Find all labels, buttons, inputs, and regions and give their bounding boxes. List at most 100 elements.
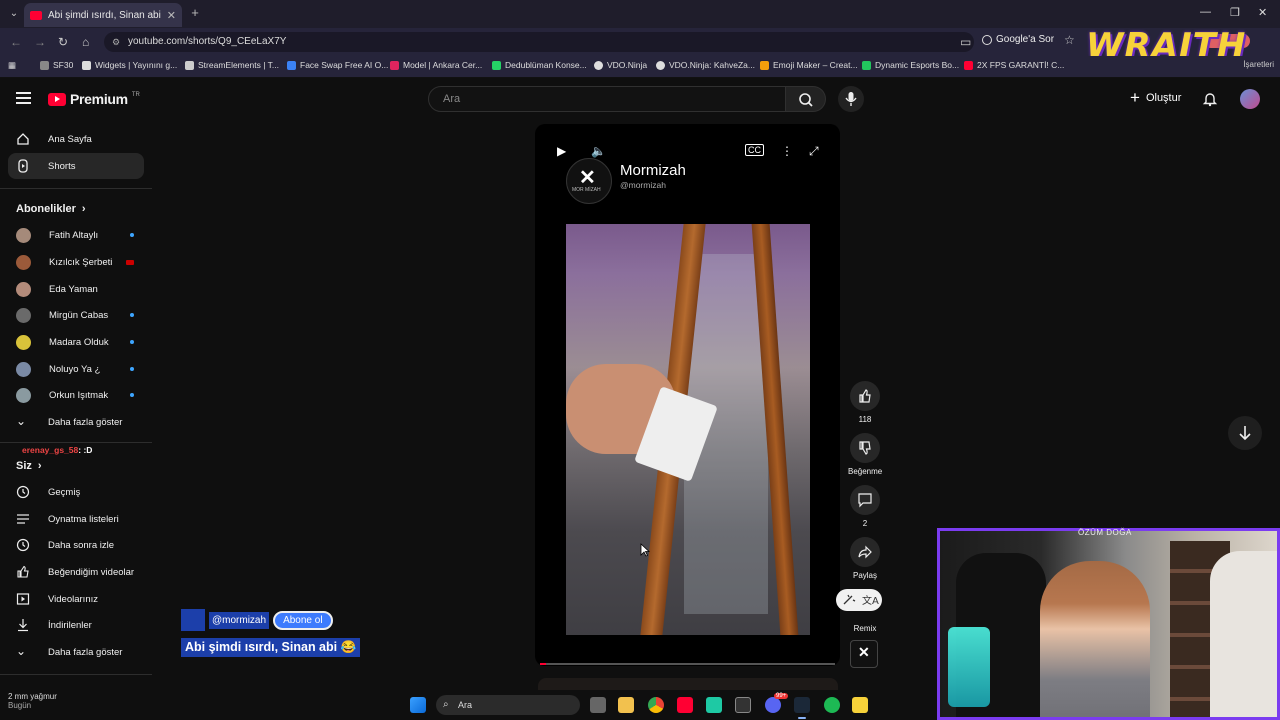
windows-start-icon[interactable] [410, 697, 426, 713]
apps-icon[interactable]: ▦ [8, 60, 16, 71]
comments-button[interactable]: 2 [848, 485, 882, 528]
sidebar-item-downloads[interactable]: İndirilenler [8, 612, 144, 638]
sidebar-item-label: Ana Sayfa [48, 133, 92, 145]
chat-message: : :D [78, 445, 93, 455]
window-close-icon[interactable]: ✕ [1258, 6, 1267, 19]
menu-icon[interactable] [16, 92, 31, 104]
bookmark-item[interactable]: Widgets | Yayınını g... [82, 60, 177, 70]
remix-button[interactable]: 文A [836, 589, 882, 611]
channel-avatar [16, 334, 31, 350]
subscription-item[interactable]: Eda Yaman [8, 276, 144, 302]
notifications-icon[interactable] [1202, 91, 1218, 107]
search-icon: ⌕ [443, 699, 449, 710]
minimize-icon[interactable]: — [1200, 6, 1211, 18]
chrome-icon[interactable] [648, 697, 664, 713]
app-icon[interactable] [706, 697, 722, 713]
reload-icon[interactable]: ↻ [58, 35, 68, 49]
bookmark-item[interactable]: VDO.Ninja [594, 60, 647, 70]
overlay-subscribe-button[interactable]: Abone ol [273, 610, 333, 630]
volume-icon[interactable]: 🔈 [591, 144, 606, 158]
task-view-icon[interactable] [590, 697, 606, 713]
youtube-app-icon[interactable] [677, 697, 693, 713]
chat-overlay-line: erenay_gs_58: :D [22, 445, 92, 455]
bookmark-item[interactable]: SF30 [40, 60, 73, 70]
back-icon[interactable]: ← [10, 35, 22, 49]
next-short-button[interactable] [1228, 416, 1262, 450]
webcam-overlay [937, 528, 1280, 720]
sidebar-item-playlists[interactable]: Oynatma listeleri [8, 506, 144, 532]
subscription-item[interactable]: Noluyo Ya ¿ [8, 356, 144, 382]
video-progress-bar[interactable] [540, 663, 835, 665]
sidebar: Ana Sayfa Shorts Abonelikler › Fatih Alt… [0, 120, 156, 690]
taskbar-search[interactable]: ⌕ Ara [436, 695, 580, 715]
like-button[interactable]: 118 [848, 381, 882, 424]
bookmark-item[interactable]: Face Swap Free AI O... [287, 60, 388, 70]
comment-icon [850, 485, 880, 515]
fullscreen-icon[interactable]: ⤢ [809, 144, 819, 159]
site-info-icon[interactable]: ⚙ [112, 32, 120, 52]
sidebar-item-watch-later[interactable]: Daha sonra izle [8, 532, 144, 558]
weather-widget[interactable]: 2 mm yağmur Bugün [8, 692, 57, 710]
home-browser-icon[interactable]: ⌂ [82, 35, 89, 49]
new-content-dot [130, 233, 134, 237]
account-avatar[interactable] [1240, 89, 1260, 109]
subscription-item[interactable]: Madara Olduk [8, 329, 144, 355]
subscription-item[interactable]: Orkun Işıtmak [8, 382, 144, 408]
more-options-icon[interactable]: ⋮ [781, 144, 793, 158]
file-explorer-icon[interactable] [618, 697, 634, 713]
terminal-icon[interactable] [735, 697, 751, 713]
steam-icon[interactable] [794, 697, 810, 713]
sidebar-item-shorts[interactable]: Shorts [8, 153, 144, 179]
captions-icon[interactable]: CC [745, 144, 764, 156]
browser-tab-active[interactable]: Abi şimdi ısırdı, Sinan abi 😂 - ✕ [24, 3, 182, 27]
you-heading[interactable]: Siz › [16, 460, 42, 472]
bookmark-item[interactable]: Emoji Maker – Creat... [760, 60, 858, 70]
remix-source-thumbnail[interactable]: ✕ [850, 640, 878, 668]
next-short-preview[interactable] [538, 678, 838, 690]
video-frame[interactable] [566, 224, 810, 635]
bookmark-item[interactable]: StreamElements | T... [185, 60, 279, 70]
subscription-item[interactable]: Fatih Altaylı [8, 222, 144, 248]
channel-handle[interactable]: @mormizah [620, 180, 666, 190]
channel-logo[interactable]: ✕ MOR MİZAH [566, 158, 612, 204]
bookmark-item[interactable]: 2X FPS GARANTİ! C... [964, 60, 1064, 70]
windows-taskbar: ⌕ Ara 99+ [400, 690, 880, 720]
app-icon[interactable] [852, 697, 868, 713]
bookmark-item[interactable]: VDO.Ninja: KahveZa... [656, 60, 755, 70]
address-bar[interactable]: ⚙ youtube.com/shorts/Q9_CEeLaX7Y [104, 32, 974, 52]
channel-name[interactable]: Mormizah [620, 162, 686, 179]
create-button[interactable]: + Oluştur [1130, 89, 1181, 106]
google-ask-label: Google'a Sor [996, 34, 1055, 45]
play-icon[interactable]: ▶ [557, 144, 566, 158]
subscription-item[interactable]: Kızılcık Şerbeti [8, 249, 144, 275]
google-ask-button[interactable]: Google'a Sor [982, 34, 1054, 45]
tab-close-icon[interactable]: ✕ [167, 9, 176, 22]
all-bookmarks-link[interactable]: İşaretleri [1243, 60, 1274, 69]
sidebar-item-your-videos[interactable]: Videolarınız [8, 586, 144, 612]
search-input[interactable]: Ara [428, 86, 786, 112]
sidebar-item-history[interactable]: Geçmiş [8, 479, 144, 505]
bookmark-star-icon[interactable]: ☆ [1064, 33, 1075, 47]
tab-search-icon[interactable]: ⌄ [6, 6, 22, 22]
discord-icon[interactable] [765, 697, 781, 713]
dislike-button[interactable]: Beğenme [848, 433, 882, 476]
forward-icon[interactable]: → [34, 35, 46, 49]
bookmark-item[interactable]: Model | Ankara Cer... [390, 60, 482, 70]
subscriptions-heading[interactable]: Abonelikler › [16, 203, 86, 215]
subscription-item[interactable]: Mirgün Cabas [8, 302, 144, 328]
cast-icon[interactable]: ▭ [960, 35, 971, 49]
show-more-you[interactable]: ⌄ Daha fazla göster [8, 639, 144, 665]
bookmark-item[interactable]: Dynamic Esports Bo... [862, 60, 959, 70]
restore-icon[interactable]: ❐ [1230, 6, 1240, 19]
voice-search-button[interactable] [838, 86, 864, 112]
bookmark-favicon-icon [964, 60, 973, 70]
bookmark-item[interactable]: Dedublüman Konse... [492, 60, 587, 70]
sidebar-item-home[interactable]: Ana Sayfa [8, 126, 144, 152]
sidebar-item-liked[interactable]: Beğendiğim videolar [8, 559, 144, 585]
spotify-icon[interactable] [824, 697, 840, 713]
youtube-logo[interactable]: Premium TR [48, 91, 140, 107]
show-more-subscriptions[interactable]: ⌄ Daha fazla göster [8, 409, 144, 435]
new-tab-icon[interactable]: + [188, 6, 202, 20]
search-button[interactable] [786, 86, 826, 112]
share-button[interactable]: Paylaş [848, 537, 882, 580]
